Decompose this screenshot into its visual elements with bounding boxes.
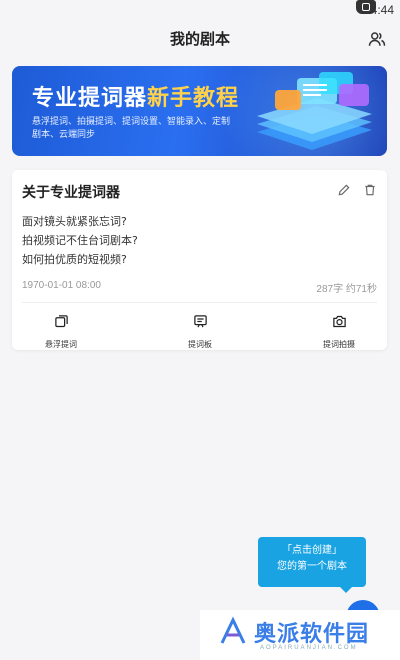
site-watermark: 奥派软件园 AOPAIRUANJIAN.COM — [200, 610, 400, 660]
banner-title-main: 专业提词器 — [32, 86, 148, 111]
banner-title: 专业提词器新手教程 — [32, 80, 239, 112]
script-date: 1970-01-01 08:00 — [22, 280, 101, 291]
script-word-count: 287字 约71秒 — [316, 284, 377, 295]
script-card[interactable]: 关于专业提词器 面对镜头就紧张忘词? 拍视频记不住台词剧本? 如何拍优质的短视频… — [12, 170, 387, 350]
script-line: 面对镜头就紧张忘词? — [22, 215, 127, 228]
tutorial-banner[interactable]: 专业提词器新手教程 悬浮提词、拍摄提词、提词设置、智能录入、定制剧本、云端同步 — [12, 66, 387, 156]
script-line: 拍视频记不住台词剧本? — [22, 234, 138, 247]
aopai-logo-icon — [220, 616, 246, 644]
banner-subtitle: 悬浮提词、拍摄提词、提词设置、智能录入、定制剧本、云端同步 — [32, 117, 231, 140]
users-icon[interactable] — [368, 30, 386, 48]
tooltip-text: 您的第一个剧本 — [277, 561, 347, 572]
edit-icon[interactable] — [337, 183, 351, 197]
prompter-board-label: 提词板 — [188, 340, 212, 349]
create-tooltip: 「点击创建」 您的第一个剧本 — [258, 537, 366, 593]
float-prompter-button[interactable]: 悬浮提词 — [26, 314, 96, 351]
prompter-board-button[interactable]: 提词板 — [165, 314, 235, 351]
tooltip-title: 「点击创建」 — [282, 545, 342, 556]
watermark-subtext: AOPAIRUANJIAN.COM — [260, 645, 358, 651]
prompter-board-icon — [193, 315, 207, 328]
prompter-camera-label: 提词拍摄 — [323, 340, 355, 349]
float-window-icon — [54, 315, 68, 328]
status-time: 4:44 — [370, 3, 394, 17]
prompter-camera-button[interactable]: 提词拍摄 — [304, 314, 374, 351]
banner-illustration — [257, 72, 372, 150]
trash-icon[interactable] — [363, 183, 377, 197]
script-preview: 面对镜头就紧张忘词? 拍视频记不住台词剧本? 如何拍优质的短视频? — [22, 212, 138, 269]
script-line: 如何拍优质的短视频? — [22, 253, 127, 266]
script-title: 关于专业提词器 — [22, 185, 120, 201]
float-prompter-label: 悬浮提词 — [45, 340, 77, 349]
camera-icon — [332, 315, 346, 328]
banner-title-accent: 新手教程 — [147, 86, 240, 111]
page-title: 我的剧本 — [169, 30, 230, 48]
divider — [22, 302, 377, 303]
watermark-text: 奥派软件园 — [254, 622, 370, 647]
